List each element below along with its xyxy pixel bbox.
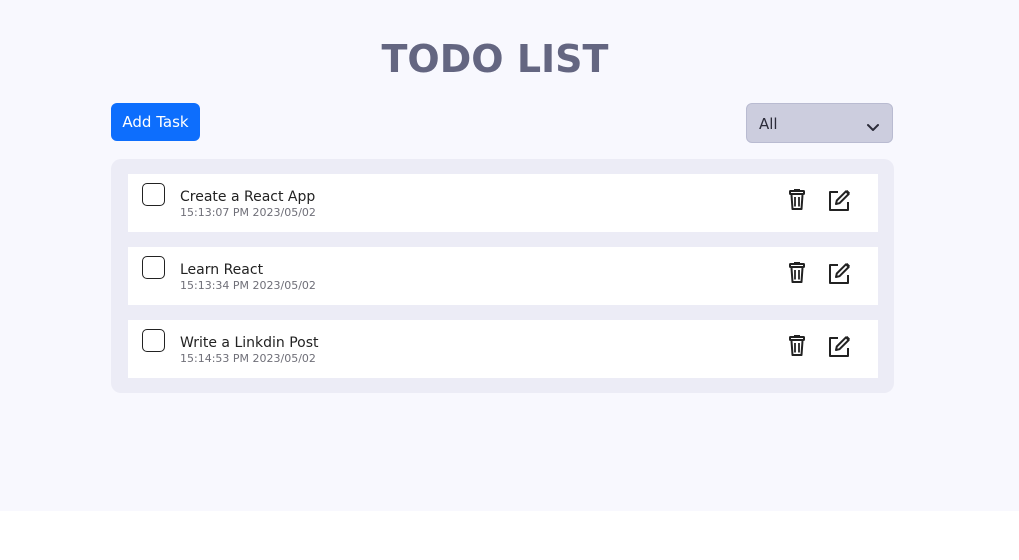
edit-icon[interactable] <box>825 260 853 288</box>
task-text: Learn React 15:13:34 PM 2023/05/02 <box>180 262 316 293</box>
task-title: Learn React <box>180 262 264 278</box>
page-title: TODO LIST <box>381 37 609 81</box>
filter-selected-value: All <box>759 115 778 133</box>
task-item: Create a React App 15:13:07 PM 2023/05/0… <box>128 174 878 232</box>
task-checkbox[interactable] <box>142 256 165 279</box>
task-item: Learn React 15:13:34 PM 2023/05/02 <box>128 247 878 305</box>
app-container: TODO LIST Add Task All Create a React Ap… <box>0 0 1019 511</box>
task-timestamp: 15:13:07 PM 2023/05/02 <box>180 206 316 219</box>
task-text: Create a React App 15:13:07 PM 2023/05/0… <box>180 189 316 220</box>
trash-icon[interactable] <box>785 260 813 288</box>
trash-icon[interactable] <box>785 187 813 215</box>
edit-icon[interactable] <box>825 333 853 361</box>
task-text: Write a Linkdin Post 15:14:53 PM 2023/05… <box>180 335 319 366</box>
task-checkbox[interactable] <box>142 329 165 352</box>
task-checkbox[interactable] <box>142 183 165 206</box>
status-filter-select[interactable]: All <box>746 103 893 143</box>
task-title: Create a React App <box>180 189 316 205</box>
task-timestamp: 15:14:53 PM 2023/05/02 <box>180 352 316 365</box>
edit-icon[interactable] <box>825 187 853 215</box>
task-item: Write a Linkdin Post 15:14:53 PM 2023/05… <box>128 320 878 378</box>
trash-icon[interactable] <box>785 333 813 361</box>
add-task-button[interactable]: Add Task <box>111 103 200 141</box>
chevron-down-icon <box>866 118 880 131</box>
task-title: Write a Linkdin Post <box>180 335 319 351</box>
task-list: Create a React App 15:13:07 PM 2023/05/0… <box>111 159 894 393</box>
task-timestamp: 15:13:34 PM 2023/05/02 <box>180 279 316 292</box>
